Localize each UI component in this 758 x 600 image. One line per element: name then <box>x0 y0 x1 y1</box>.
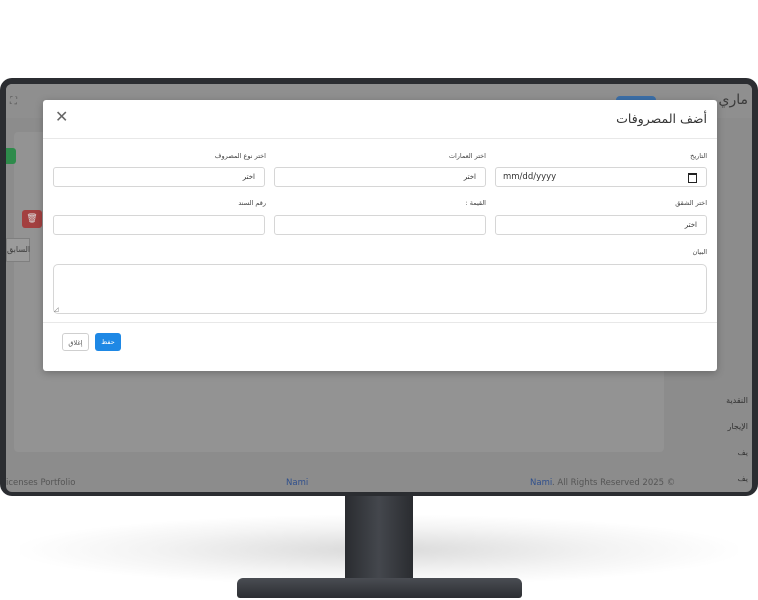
expand-icon[interactable]: ⛶ <box>10 96 17 107</box>
side-item-rent[interactable]: الإيجار <box>702 422 752 431</box>
background-footer: icenses Portfolio Nami Nami . All Rights… <box>6 478 752 492</box>
property-select[interactable]: اختر <box>274 167 486 187</box>
apartment-select[interactable]: اختر <box>495 215 707 235</box>
voucher-input[interactable] <box>53 215 265 235</box>
calendar-icon[interactable] <box>688 173 697 183</box>
property-label: اختر العمارات <box>448 152 486 160</box>
voucher-label: رقم السند <box>238 199 266 207</box>
background-prev-button[interactable]: السابق <box>6 238 30 262</box>
footer-brand[interactable]: Nami <box>286 478 308 488</box>
monitor-frame: ⛶ ماري 🗑 السابق النقدية الإيجار يف يف ic… <box>0 78 758 496</box>
modal-footer-divider <box>43 322 717 323</box>
expense-type-select-value: اختر <box>242 173 255 181</box>
date-placeholder: mm/dd/yyyy <box>503 172 557 182</box>
cancel-button[interactable]: إغلاق <box>62 333 89 351</box>
side-item-cash[interactable]: النقدية <box>702 396 752 405</box>
expense-type-select[interactable]: اختر <box>53 167 265 187</box>
background-title: ماري <box>718 92 748 108</box>
side-item-3[interactable]: يف <box>702 448 752 457</box>
statement-textarea[interactable]: ◿ <box>53 264 707 314</box>
statement-label: البيان <box>692 248 707 256</box>
footer-copyright: . All Rights Reserved 2025 © <box>552 478 676 488</box>
apartment-select-value: اختر <box>684 221 697 229</box>
footer-copyright-brand[interactable]: Nami <box>530 478 552 488</box>
modal-title: أضف المصروفات <box>616 111 707 126</box>
amount-label: القيمة : <box>465 199 486 207</box>
trash-icon[interactable]: 🗑 <box>22 210 42 228</box>
screen: ⛶ ماري 🗑 السابق النقدية الإيجار يف يف ic… <box>6 84 752 492</box>
apartment-label: اختر الشقق <box>675 199 707 207</box>
property-select-value: اختر <box>463 173 476 181</box>
resize-handle-icon[interactable]: ◿ <box>54 306 59 313</box>
modal-header: أضف المصروفات ✕ <box>43 100 717 139</box>
date-label: التاريخ <box>690 152 707 160</box>
monitor-stand <box>345 494 413 588</box>
date-input[interactable]: mm/dd/yyyy <box>495 167 707 187</box>
background-add-button[interactable] <box>6 148 16 164</box>
footer-links[interactable]: icenses Portfolio <box>6 478 75 488</box>
add-expense-modal: أضف المصروفات ✕ التاريخ اختر العمارات اخ… <box>43 100 717 371</box>
close-icon[interactable]: ✕ <box>55 108 68 126</box>
expense-type-label: اختر نوع المصروف <box>214 152 266 160</box>
save-button[interactable]: حفظ <box>95 333 121 351</box>
monitor-base <box>237 578 522 598</box>
amount-input[interactable] <box>274 215 486 235</box>
